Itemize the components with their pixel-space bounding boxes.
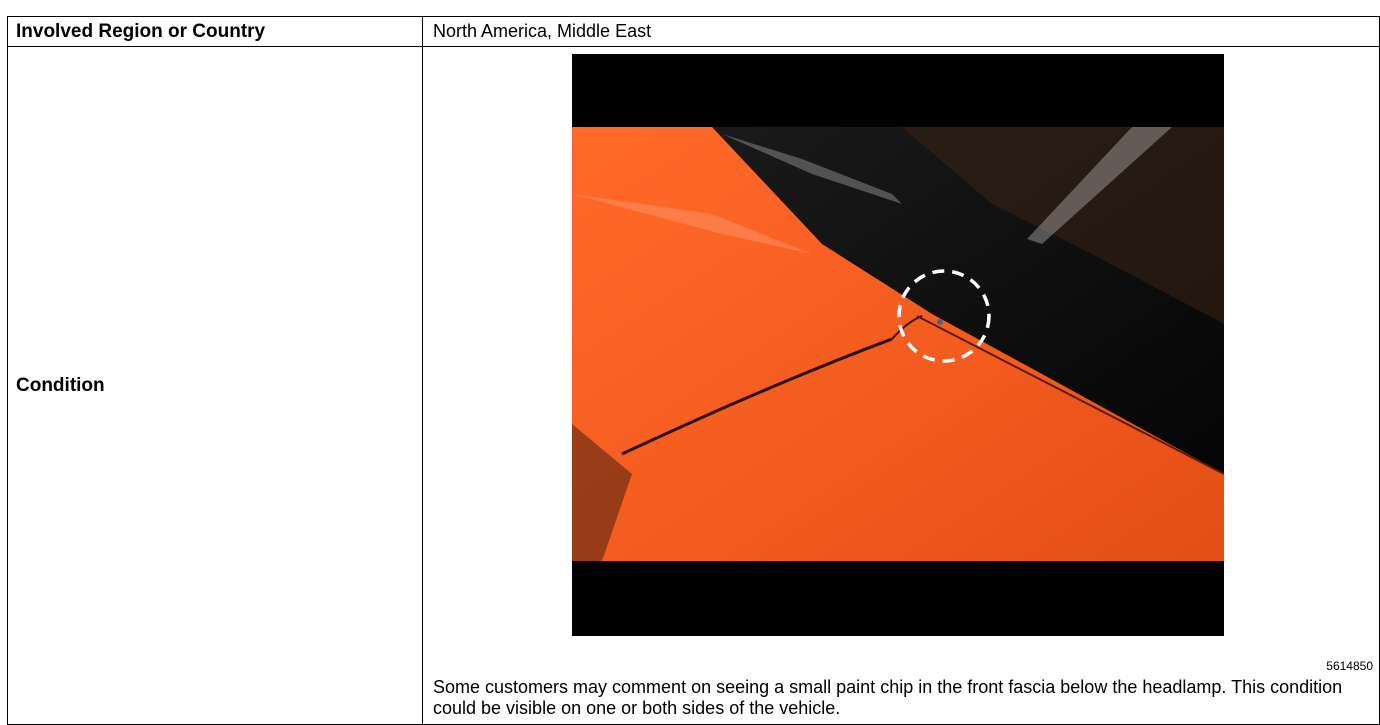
paint-chip-photo: [572, 54, 1224, 636]
bulletin-table: Involved Region or Country North America…: [7, 16, 1380, 725]
condition-label: Condition: [7, 46, 423, 725]
condition-cell: 5614850 Some customers may comment on se…: [422, 46, 1380, 725]
region-label: Involved Region or Country: [7, 16, 423, 47]
table-row: Condition 5614850 Some customers may com…: [7, 46, 1380, 725]
image-id: 5614850: [1326, 659, 1373, 673]
region-value: North America, Middle East: [422, 16, 1380, 47]
condition-caption: Some customers may comment on seeing a s…: [433, 677, 1343, 718]
table-row: Involved Region or Country North America…: [7, 16, 1380, 47]
